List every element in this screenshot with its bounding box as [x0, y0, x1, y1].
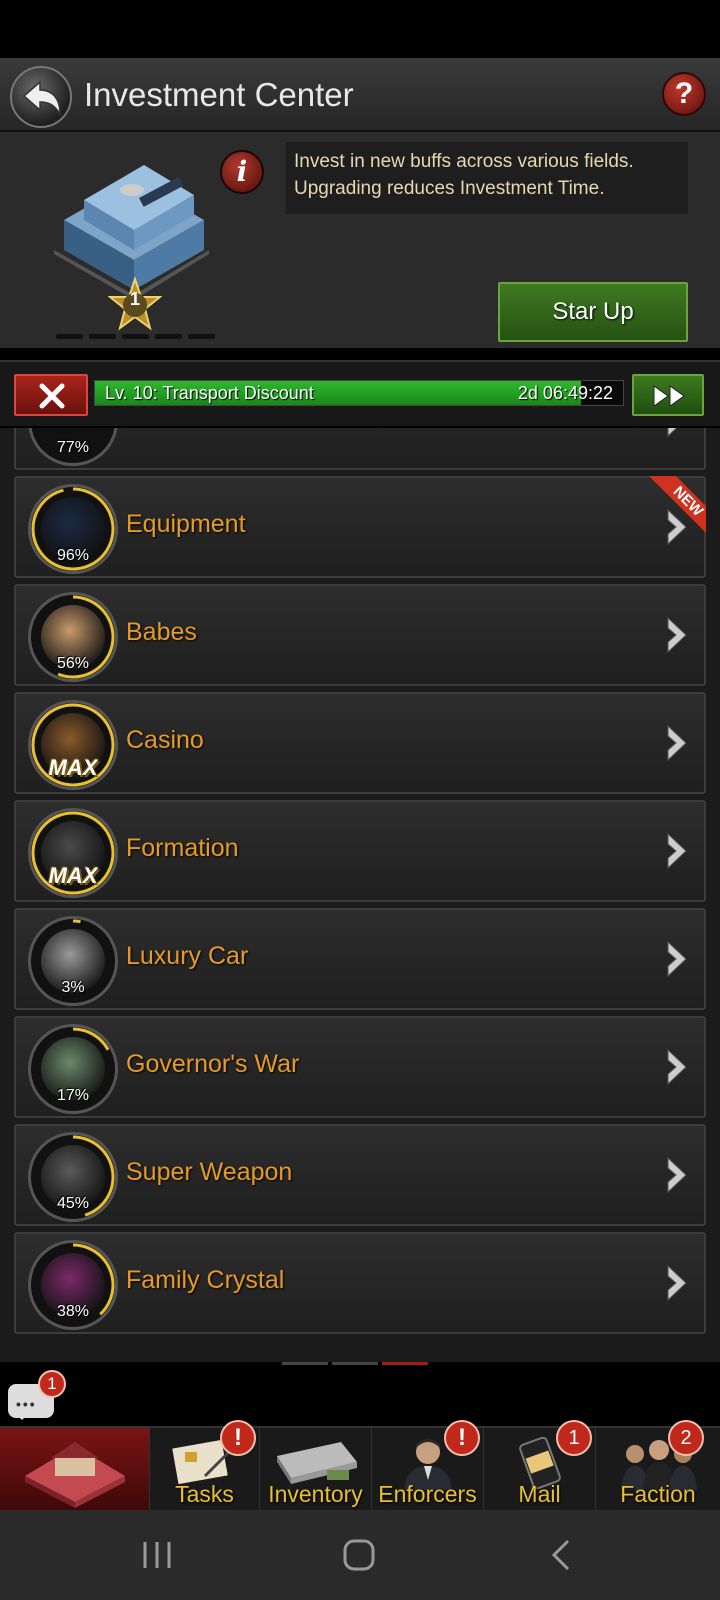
star-up-button[interactable]: Star Up — [498, 282, 688, 342]
nav-enforcers-label: Enforcers — [378, 1481, 477, 1507]
new-ribbon: NEW — [644, 476, 706, 538]
category-name: Governor's War — [126, 1050, 300, 1078]
back-button[interactable] — [10, 66, 72, 128]
header: Investment Center ? — [0, 58, 720, 132]
category-percent: 3% — [61, 979, 85, 996]
category-icon: 17% — [28, 1024, 118, 1114]
category-name: Luxury Car — [126, 942, 249, 970]
back-arrow-icon — [22, 80, 61, 117]
recent-apps-icon[interactable] — [140, 1538, 174, 1572]
list-item[interactable]: 45% Super Weapon — [14, 1124, 706, 1226]
category-name: Babes — [126, 618, 197, 646]
faction-count-badge: 2 — [668, 1420, 704, 1456]
nav-tasks[interactable]: Tasks ! — [150, 1420, 260, 1512]
progress-time: 2d 06:49:22 — [517, 383, 613, 403]
chat-icon: ••• — [16, 1396, 37, 1412]
star-level-badge: 1 — [107, 275, 163, 331]
category-percent: 96% — [56, 547, 90, 564]
speed-up-button[interactable] — [632, 374, 704, 416]
chevron-right-icon — [667, 616, 687, 654]
category-name: Equipment — [126, 510, 246, 538]
help-button[interactable]: ? — [662, 72, 706, 116]
category-icon: 38% — [28, 1240, 118, 1330]
nav-mail-label: Mail — [518, 1481, 561, 1507]
system-nav-bar — [0, 1510, 720, 1600]
nav-enforcers[interactable]: Enforcers ! — [372, 1420, 484, 1512]
nav-home[interactable] — [0, 1428, 150, 1512]
list-item[interactable]: MAX Casino — [14, 692, 706, 794]
investment-progress-bar: Lv. 10: Transport Discount 2d 06:49:22 — [94, 380, 624, 406]
progress-label: Lv. 10: Transport Discount — [105, 383, 314, 403]
mail-count-badge: 1 — [556, 1420, 592, 1456]
nav-tasks-label: Tasks — [175, 1481, 234, 1507]
category-percent: MAX — [48, 755, 98, 780]
category-percent: 45% — [56, 1195, 90, 1212]
category-name: Super Weapon — [126, 1158, 293, 1186]
nav-faction[interactable]: Faction 2 — [596, 1420, 720, 1512]
nav-mail[interactable]: Mail 1 — [484, 1420, 596, 1512]
close-icon — [39, 383, 65, 409]
back-nav-icon[interactable] — [546, 1538, 576, 1572]
category-icon: MAX — [28, 808, 118, 898]
investment-queue: Lv. 10: Transport Discount 2d 06:49:22 — [0, 360, 720, 426]
status-bar — [0, 0, 720, 58]
cancel-investment-button[interactable] — [14, 374, 88, 416]
category-icon: 77% — [28, 428, 118, 466]
chevron-right-icon — [667, 724, 687, 762]
category-icon: 56% — [28, 592, 118, 682]
list-item[interactable]: MAX Formation — [14, 800, 706, 902]
category-icon: 96% — [28, 484, 118, 574]
list-item[interactable]: 17% Governor's War — [14, 1016, 706, 1118]
category-percent: 38% — [56, 1303, 90, 1320]
category-name: Family Crystal — [126, 1266, 285, 1294]
new-label: NEW — [645, 476, 706, 538]
chevron-right-icon — [667, 1156, 687, 1194]
category-icon: 45% — [28, 1132, 118, 1222]
list-item-partial[interactable]: 77% — [14, 428, 706, 470]
chevron-right-icon — [667, 832, 687, 870]
tasks-alert-badge: ! — [220, 1420, 256, 1456]
info-icon[interactable]: i — [220, 150, 264, 194]
chevron-right-icon — [667, 1264, 687, 1302]
chevron-right-icon — [667, 940, 687, 978]
category-percent: MAX — [48, 863, 98, 888]
mansion-icon — [24, 1442, 125, 1508]
bottom-nav: Tasks ! Inventory Enforcers ! Mail 1 Fac… — [0, 1420, 720, 1512]
description-text: Invest in new buffs across various field… — [286, 142, 688, 214]
chevron-right-icon — [667, 428, 678, 438]
category-percent: 17% — [56, 1087, 90, 1104]
nav-faction-label: Faction — [620, 1481, 696, 1507]
fast-forward-icon — [653, 385, 685, 407]
category-percent: 56% — [56, 655, 90, 672]
list-item[interactable]: 96% Equipment NEW — [14, 476, 706, 578]
enforcers-alert-badge: ! — [444, 1420, 480, 1456]
chevron-right-icon — [667, 1048, 687, 1086]
briefcase-icon — [276, 1442, 357, 1484]
nav-inventory-label: Inventory — [268, 1481, 363, 1507]
investment-list[interactable]: 77% 96% Equipment NEW 56% Babes MAX Casino MAX F… — [0, 428, 720, 1362]
list-item[interactable]: 3% Luxury Car — [14, 908, 706, 1010]
info-panel: 1 i Invest in new buffs across various f… — [0, 132, 720, 348]
star-progress-dots — [56, 334, 215, 339]
chat-area: ••• 1 — [0, 1368, 720, 1426]
list-item[interactable]: 38% Family Crystal — [14, 1232, 706, 1334]
category-icon: MAX — [28, 700, 118, 790]
category-icon: 3% — [28, 916, 118, 1006]
list-item[interactable]: 56% Babes — [14, 584, 706, 686]
chat-badge: 1 — [38, 1370, 66, 1398]
category-name: Formation — [126, 834, 239, 862]
star-level-value: 1 — [129, 289, 140, 309]
category-percent: 77% — [56, 439, 90, 456]
nav-inventory[interactable]: Inventory — [260, 1428, 372, 1512]
category-name: Casino — [126, 726, 204, 754]
home-icon[interactable] — [342, 1538, 376, 1572]
page-title: Investment Center — [84, 76, 354, 113]
